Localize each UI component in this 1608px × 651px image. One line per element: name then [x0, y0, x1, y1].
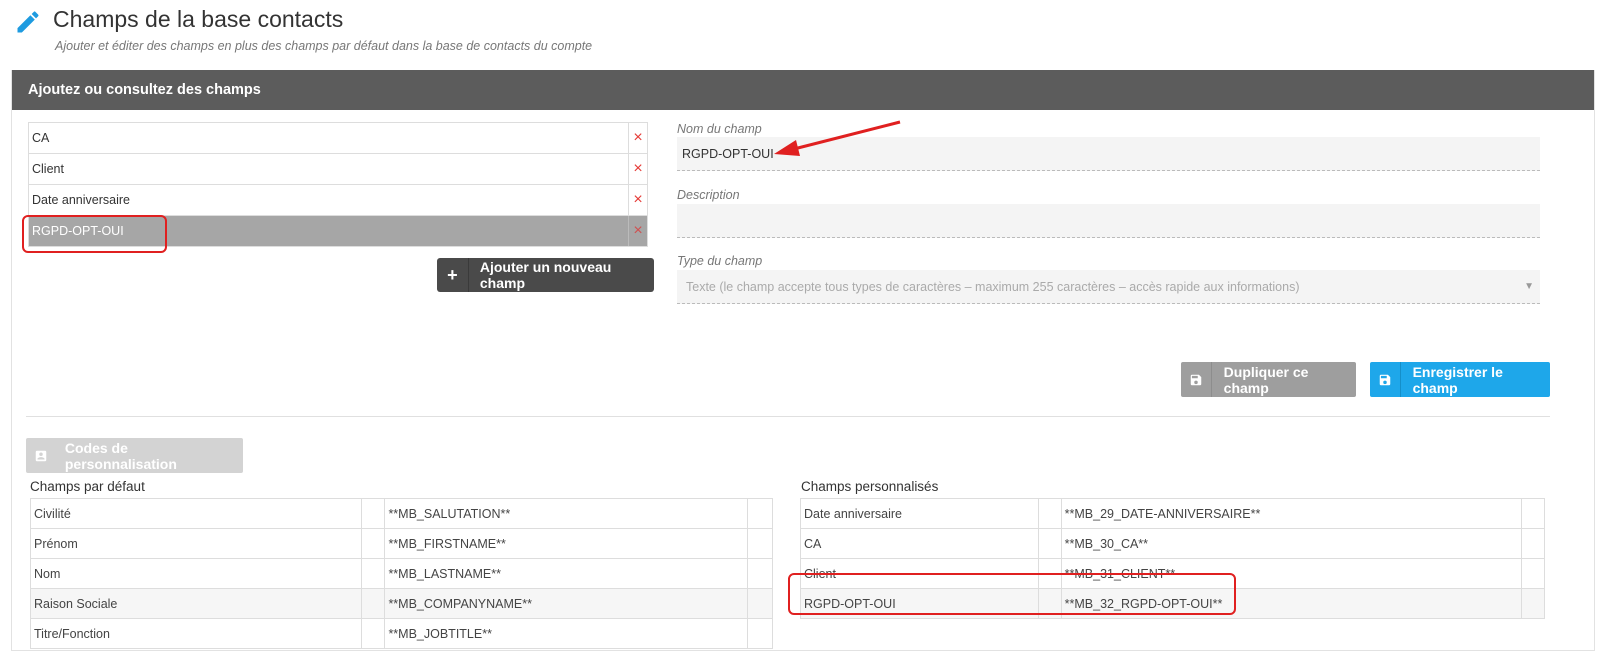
field-code: **MB_LASTNAME** — [384, 558, 748, 589]
add-field-button[interactable]: + Ajouter un nouveau champ — [437, 258, 654, 292]
default-fields-table: Civilité **MB_SALUTATION** Prénom **MB_F… — [29, 498, 773, 649]
floppy-disk-icon — [1370, 362, 1401, 397]
field-code: **MB_FIRSTNAME** — [384, 528, 748, 559]
name-label: Nom du champ — [677, 122, 762, 136]
personalisation-codes-button[interactable]: Codes de personnalisation — [26, 438, 243, 473]
field-item-label: Date anniversaire — [32, 193, 130, 207]
contact-card-icon — [26, 449, 56, 463]
save-label: Enregistrer le champ — [1412, 363, 1503, 396]
divider — [26, 416, 1550, 417]
field-name: Civilité — [29, 498, 363, 529]
field-code: **MB_JOBTITLE** — [384, 618, 748, 649]
duplicate-label: Dupliquer ce champ — [1223, 363, 1309, 396]
field-code: **MB_30_CA** — [1060, 528, 1523, 559]
field-name: Nom — [29, 558, 363, 589]
annotation-arrow — [774, 120, 901, 156]
panel-header: Ajoutez ou consultez des champs — [12, 70, 1594, 110]
field-item[interactable]: CA × — [29, 123, 647, 154]
field-code: **MB_SALUTATION** — [384, 498, 748, 529]
personalisation-codes-label: Codes de personnalisation — [64, 439, 177, 472]
custom-fields-title: Champs personnalisés — [801, 479, 939, 494]
description-field[interactable] — [677, 204, 1540, 238]
field-name: Raison Sociale — [29, 588, 363, 619]
add-field-label: Ajouter un nouveau champ — [479, 259, 612, 291]
table-row: Prénom **MB_FIRSTNAME** — [29, 528, 773, 559]
field-code: **MB_29_DATE-ANNIVERSAIRE** — [1060, 498, 1523, 529]
pencil-icon — [17, 11, 39, 33]
default-fields-title: Champs par défaut — [30, 479, 145, 494]
table-row: Civilité **MB_SALUTATION** — [29, 498, 773, 529]
plus-icon: + — [437, 258, 469, 292]
description-label: Description — [677, 188, 740, 202]
delete-icon[interactable]: × — [628, 123, 647, 153]
field-name: Titre/Fonction — [29, 618, 363, 649]
field-name: CA — [800, 528, 1039, 559]
table-row: CA **MB_30_CA** — [800, 528, 1545, 559]
field-name: Prénom — [29, 528, 363, 559]
field-item[interactable]: Client × — [29, 154, 647, 185]
delete-icon[interactable]: × — [628, 154, 647, 184]
table-row: Titre/Fonction **MB_JOBTITLE** — [29, 618, 773, 649]
delete-icon[interactable]: × — [628, 185, 647, 215]
table-row: Raison Sociale **MB_COMPANYNAME** — [29, 588, 773, 619]
table-row: Date anniversaire **MB_29_DATE-ANNIVERSA… — [800, 498, 1545, 529]
annotation-box — [788, 573, 1236, 615]
floppy-disk-icon — [1181, 362, 1212, 397]
field-code: **MB_COMPANYNAME** — [384, 588, 748, 619]
field-item-label: CA — [32, 131, 50, 145]
type-select[interactable]: Texte (le champ accepte tous types de ca… — [677, 270, 1540, 304]
table-row: Nom **MB_LASTNAME** — [29, 558, 773, 589]
delete-icon[interactable]: × — [628, 216, 647, 246]
field-item-label: Client — [32, 162, 64, 176]
field-name: Date anniversaire — [800, 498, 1039, 529]
annotation-box — [22, 215, 167, 253]
caret-down-icon: ▼ — [1524, 281, 1534, 292]
save-button[interactable]: Enregistrer le champ — [1370, 362, 1550, 397]
type-label: Type du champ — [677, 254, 763, 268]
page-subtitle: Ajouter et éditer des champs en plus des… — [55, 39, 593, 53]
type-select-value: Texte (le champ accepte tous types de ca… — [686, 280, 1300, 294]
field-item[interactable]: Date anniversaire × — [29, 185, 647, 216]
page-title: Champs de la base contacts — [53, 6, 344, 32]
duplicate-button[interactable]: Dupliquer ce champ — [1181, 362, 1356, 397]
